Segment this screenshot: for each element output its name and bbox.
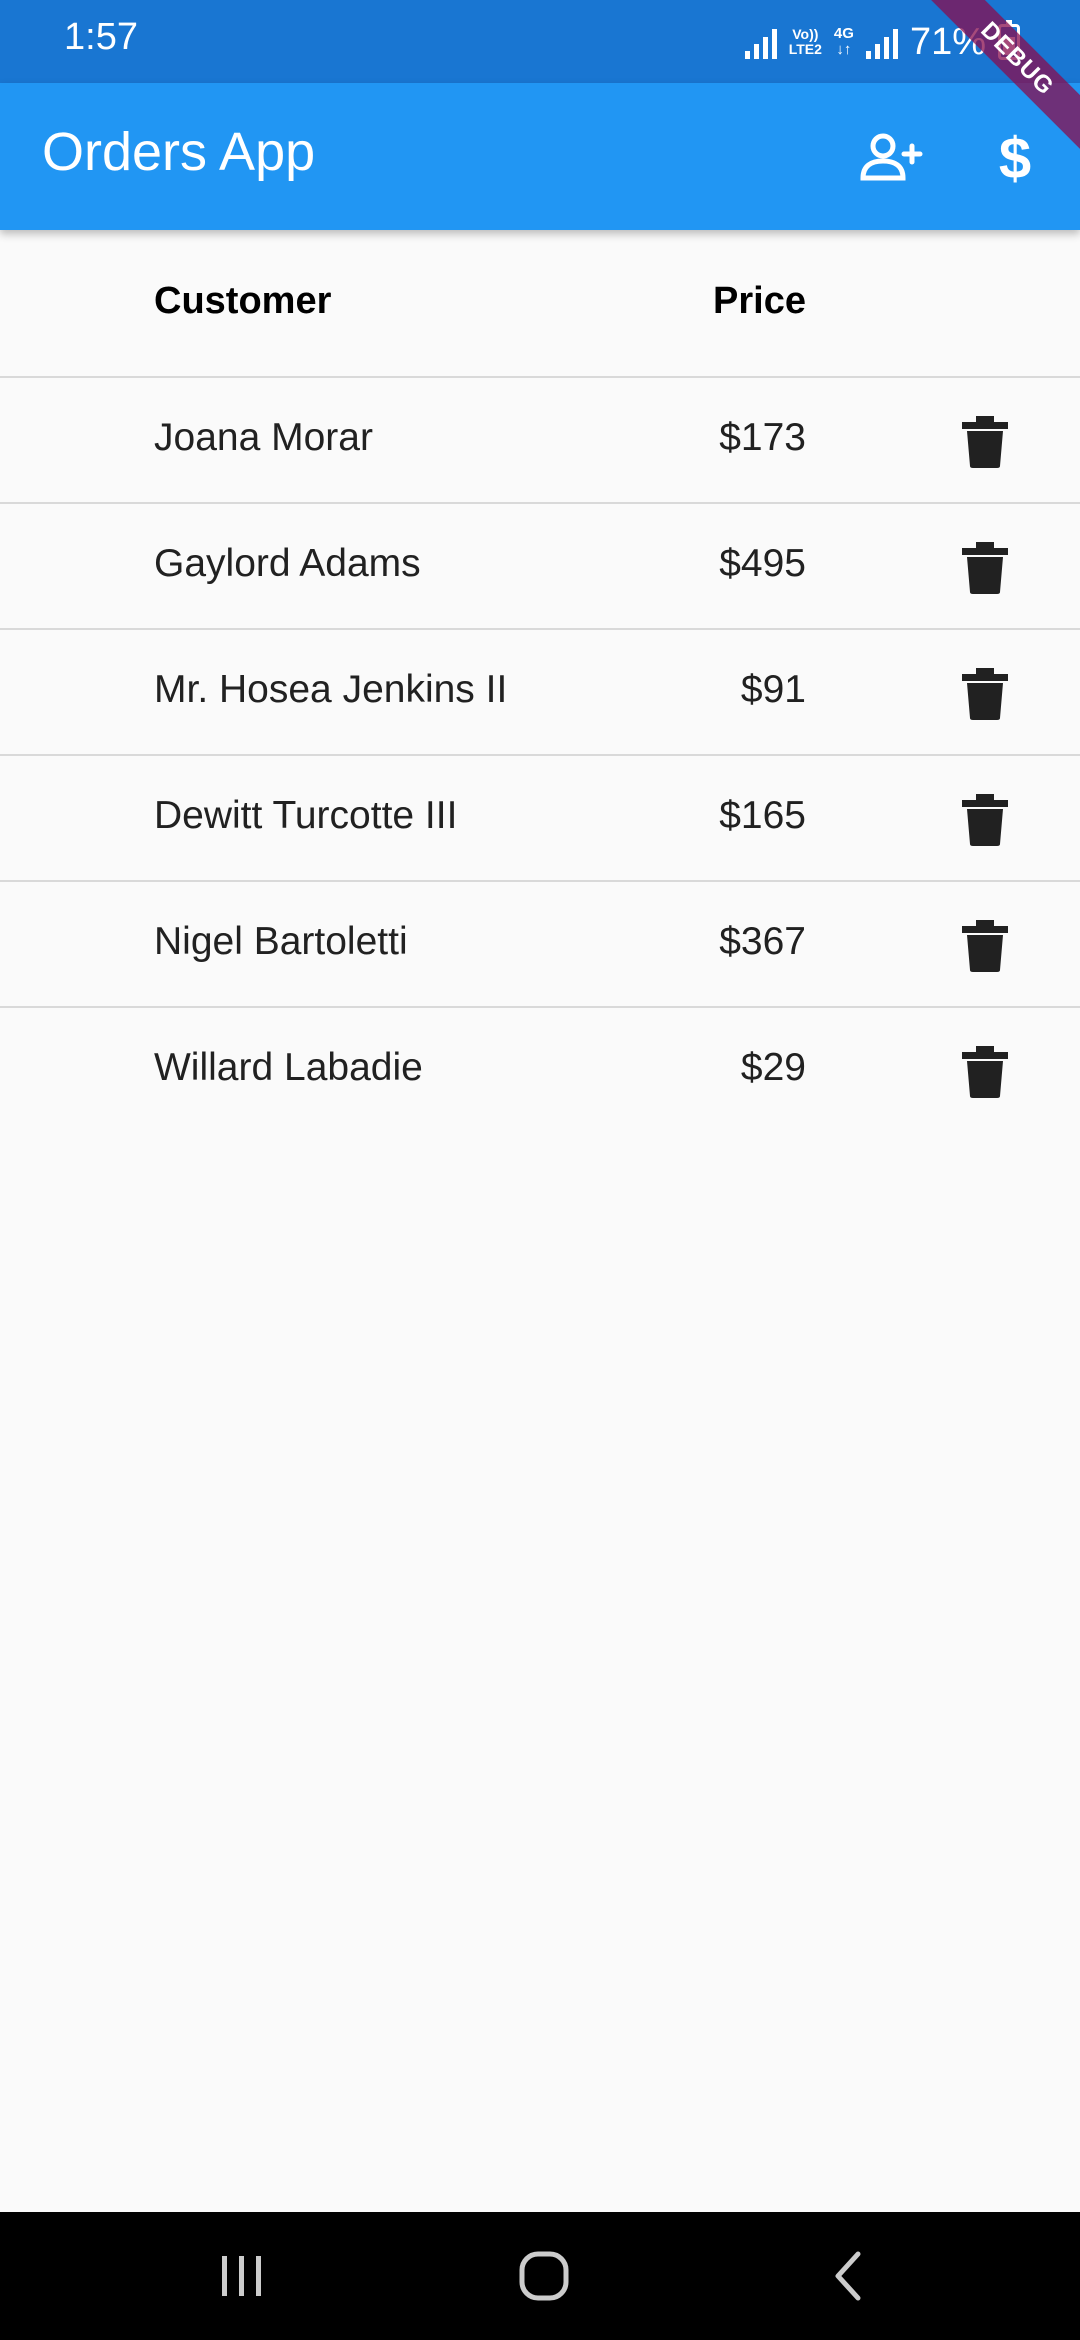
table-row: Willard Labadie $29 (0, 1008, 1080, 1134)
volte-bottom-label: LTE2 (788, 41, 822, 57)
dollar-icon[interactable]: $ (980, 123, 1050, 193)
status-time: 1:57 (64, 16, 138, 58)
signal-icon (744, 25, 777, 59)
table-row: Dewitt Turcotte III $165 (0, 756, 1080, 882)
page-title: Orders App (42, 122, 316, 182)
network-arrows: ↓↑ (836, 41, 852, 58)
volte-icon: Vo)) LTE2 (789, 27, 822, 57)
signal-icon-2 (865, 25, 898, 59)
status-bar: 1:57 Vo)) LTE2 4G ↓↑ 71% (0, 0, 1080, 83)
back-icon[interactable] (816, 2244, 880, 2308)
customer-name: Dewitt Turcotte III (154, 794, 458, 837)
table-header: Customer Price (0, 230, 1080, 378)
customer-name: Mr. Hosea Jenkins II (154, 668, 508, 711)
trash-icon[interactable] (960, 668, 1010, 720)
home-icon[interactable] (512, 2244, 576, 2308)
customer-name: Nigel Bartoletti (154, 920, 408, 963)
table-row: Gaylord Adams $495 (0, 504, 1080, 630)
app-bar: Orders App $ (0, 83, 1080, 230)
customer-name: Joana Morar (154, 416, 373, 459)
order-price: $165 (719, 794, 806, 837)
screen: 1:57 Vo)) LTE2 4G ↓↑ 71% DEBUG Orders Ap… (0, 0, 1080, 2340)
orders-table: Customer Price Joana Morar $173 Gaylord … (0, 230, 1080, 1134)
volte-top-label: Vo)) (792, 26, 819, 42)
network-label: 4G (833, 25, 854, 42)
trash-icon[interactable] (960, 794, 1010, 846)
order-price: $29 (740, 1046, 806, 1089)
header-price: Price (713, 280, 806, 322)
order-price: $91 (740, 668, 806, 711)
add-user-icon[interactable] (856, 123, 926, 193)
table-row: Nigel Bartoletti $367 (0, 882, 1080, 1008)
trash-icon[interactable] (960, 416, 1010, 468)
recents-icon[interactable] (210, 2244, 274, 2308)
customer-name: Gaylord Adams (154, 542, 421, 585)
network-icon: 4G ↓↑ (834, 26, 854, 58)
trash-icon[interactable] (960, 542, 1010, 594)
header-customer: Customer (154, 280, 332, 322)
system-nav-bar (0, 2212, 1080, 2340)
table-row: Joana Morar $173 (0, 378, 1080, 504)
trash-icon[interactable] (960, 920, 1010, 972)
customer-name: Willard Labadie (154, 1046, 423, 1089)
table-row: Mr. Hosea Jenkins II $91 (0, 630, 1080, 756)
order-price: $495 (719, 542, 806, 585)
trash-icon[interactable] (960, 1046, 1010, 1098)
order-price: $367 (719, 920, 806, 963)
order-price: $173 (719, 416, 806, 459)
